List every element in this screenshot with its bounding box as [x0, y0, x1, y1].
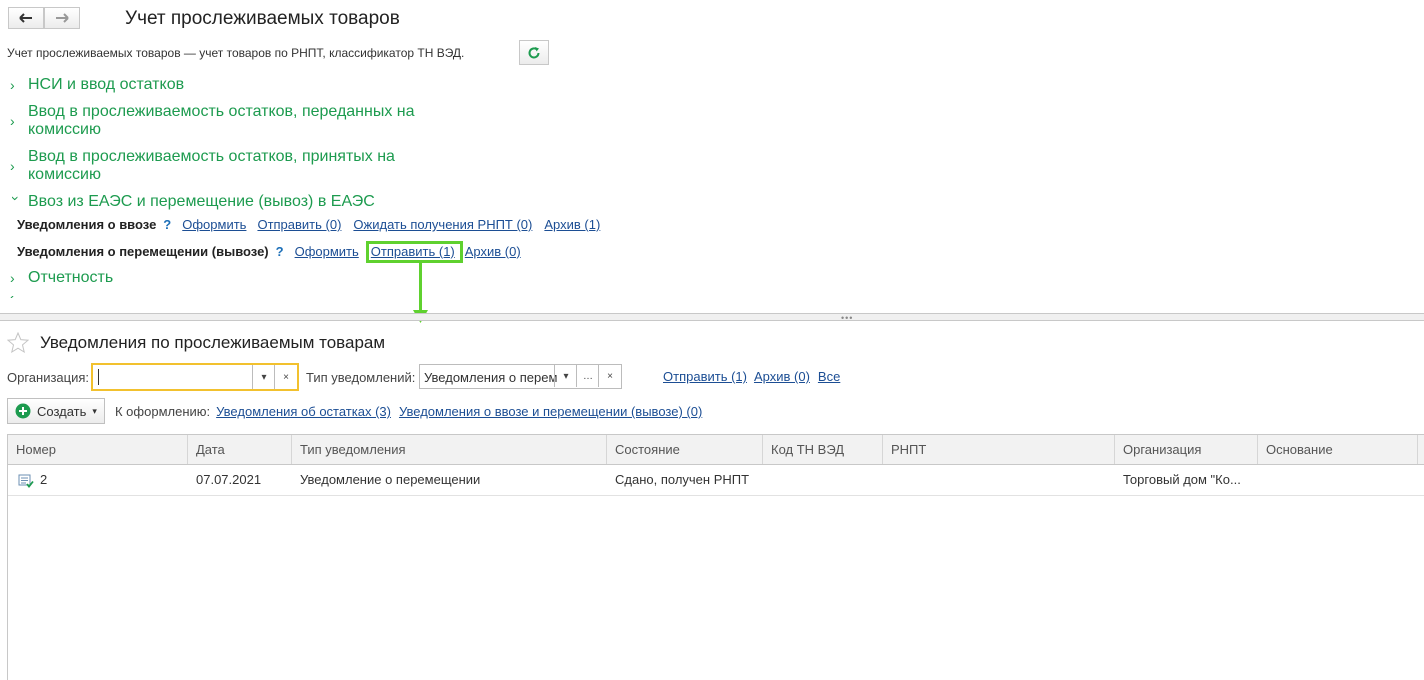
- todo-import-move-link[interactable]: Уведомления о ввозе и перемещении (вывоз…: [399, 404, 702, 419]
- cell-org: Торговый дом "Ко...: [1123, 472, 1241, 487]
- import-archive-link[interactable]: Архив (1): [544, 217, 600, 232]
- import-create-link[interactable]: Оформить: [182, 217, 246, 232]
- dropdown-arrow-icon: ▾: [563, 370, 569, 382]
- column-header-date[interactable]: Дата: [188, 435, 292, 464]
- import-notices-label: Уведомления о ввозе: [17, 217, 157, 232]
- add-icon: [15, 403, 31, 419]
- cell-basis: [1258, 466, 1418, 494]
- org-field[interactable]: ▾ ×: [91, 363, 299, 391]
- section-label: НСИ и ввод остатков: [28, 76, 185, 93]
- todo-remains-link[interactable]: Уведомления об остатках (3): [216, 404, 391, 419]
- todo-label: К оформлению:: [115, 404, 211, 419]
- section-eaeu[interactable]: › Ввоз из ЕАЭС и перемещение (вывоз) в Е…: [8, 193, 375, 211]
- clipped-section: ›: [10, 296, 20, 300]
- table-row[interactable]: 2 07.07.2021 Уведомление о перемещении С…: [8, 466, 1424, 496]
- type-label: Тип уведомлений:: [306, 370, 416, 385]
- org-label: Организация:: [7, 370, 90, 385]
- cell-rnpt: [883, 466, 1115, 494]
- cell-type: Уведомление о перемещении: [300, 472, 481, 487]
- back-button[interactable]: [8, 7, 44, 29]
- panel-splitter[interactable]: •••: [0, 313, 1424, 323]
- section-label-cont: комиссию: [28, 166, 101, 183]
- cell-state: Сдано, получен РНПТ: [615, 472, 750, 487]
- select-button[interactable]: …: [576, 365, 599, 387]
- move-archive-link[interactable]: Архив (0): [465, 244, 521, 259]
- chevron-right-icon: ›: [10, 113, 15, 129]
- dropdown-arrow-icon: ▾: [92, 405, 97, 416]
- chevron-right-icon: ›: [10, 158, 15, 174]
- create-button[interactable]: Создать ▾: [7, 398, 105, 424]
- forward-button[interactable]: [44, 7, 80, 29]
- arrow-left-icon: [19, 13, 32, 23]
- column-header-org[interactable]: Организация: [1115, 435, 1258, 464]
- import-send-link[interactable]: Отправить (0): [257, 217, 341, 232]
- column-header-type[interactable]: Тип уведомления: [292, 435, 607, 464]
- refresh-button[interactable]: [519, 40, 549, 65]
- section-label: Ввод в прослеживаемость остатков, переда…: [28, 103, 415, 120]
- page-description: Учет прослеживаемых товаров — учет товар…: [7, 46, 465, 60]
- page-title: Учет прослеживаемых товаров: [125, 8, 400, 29]
- ellipsis-icon: …: [583, 370, 593, 382]
- chevron-down-icon: ›: [8, 196, 24, 201]
- section-label: Ввод в прослеживаемость остатков, принят…: [28, 148, 395, 165]
- table-body: 2 07.07.2021 Уведомление о перемещении С…: [7, 465, 1424, 680]
- cell-number: 2: [40, 472, 48, 487]
- column-header-number[interactable]: Номер: [8, 435, 188, 464]
- type-field[interactable]: Уведомления о перем ▾ … ×: [419, 364, 622, 389]
- column-header-rnpt[interactable]: РНПТ: [883, 435, 1115, 464]
- cell-code: [763, 466, 883, 494]
- column-header-basis[interactable]: Основание: [1258, 435, 1418, 464]
- move-create-link[interactable]: Оформить: [295, 244, 359, 259]
- column-header-code[interactable]: Код ТН ВЭД: [763, 435, 883, 464]
- dropdown-button[interactable]: ▾: [554, 365, 577, 387]
- clear-button[interactable]: ×: [274, 365, 297, 389]
- arrow-right-icon: [56, 13, 69, 23]
- list-title: Уведомления по прослеживаемым товарам: [40, 333, 386, 352]
- import-await-link[interactable]: Ожидать получения РНПТ (0): [353, 217, 532, 232]
- clear-icon: ×: [283, 371, 289, 383]
- help-icon[interactable]: ?: [163, 217, 171, 232]
- filter-send-link[interactable]: Отправить (1): [663, 369, 747, 384]
- help-icon[interactable]: ?: [276, 244, 284, 259]
- splitter-grip-icon: •••: [841, 313, 854, 323]
- section-label: Отчетность: [28, 269, 114, 286]
- highlight-arrow-line: [419, 263, 422, 312]
- star-icon[interactable]: [7, 332, 29, 353]
- cell-date: 07.07.2021: [196, 472, 262, 487]
- create-button-label: Создать: [37, 403, 87, 419]
- section-label: Ввоз из ЕАЭС и перемещение (вывоз) в ЕАЭ…: [28, 193, 375, 210]
- chevron-right-icon: ›: [10, 270, 15, 286]
- filter-archive-link[interactable]: Архив (0): [754, 369, 810, 384]
- refresh-icon: [528, 46, 540, 58]
- clear-icon: ×: [607, 370, 613, 382]
- section-label-cont: комиссию: [28, 121, 101, 138]
- section-reports[interactable]: › Отчетность: [10, 269, 113, 287]
- column-header-state[interactable]: Состояние: [607, 435, 763, 464]
- section-nsi[interactable]: › НСИ и ввод остатков: [10, 76, 184, 94]
- highlight-box: [366, 241, 463, 263]
- section-commission-transferred[interactable]: › Ввод в прослеживаемость остатков, пере…: [10, 103, 415, 139]
- table-header: Номер Дата Тип уведомления Состояние Код…: [7, 434, 1424, 465]
- dropdown-arrow-icon: ▾: [261, 371, 267, 383]
- dropdown-button[interactable]: ▾: [252, 365, 275, 389]
- section-commission-received[interactable]: › Ввод в прослеживаемость остатков, прин…: [10, 148, 395, 184]
- type-value: Уведомления о перем: [424, 370, 558, 385]
- filter-all-link[interactable]: Все: [818, 369, 840, 384]
- move-notices-label: Уведомления о перемещении (вывозе): [17, 244, 269, 259]
- chevron-right-icon: ›: [10, 77, 15, 93]
- text-cursor: [98, 369, 99, 385]
- clear-button[interactable]: ×: [598, 365, 621, 387]
